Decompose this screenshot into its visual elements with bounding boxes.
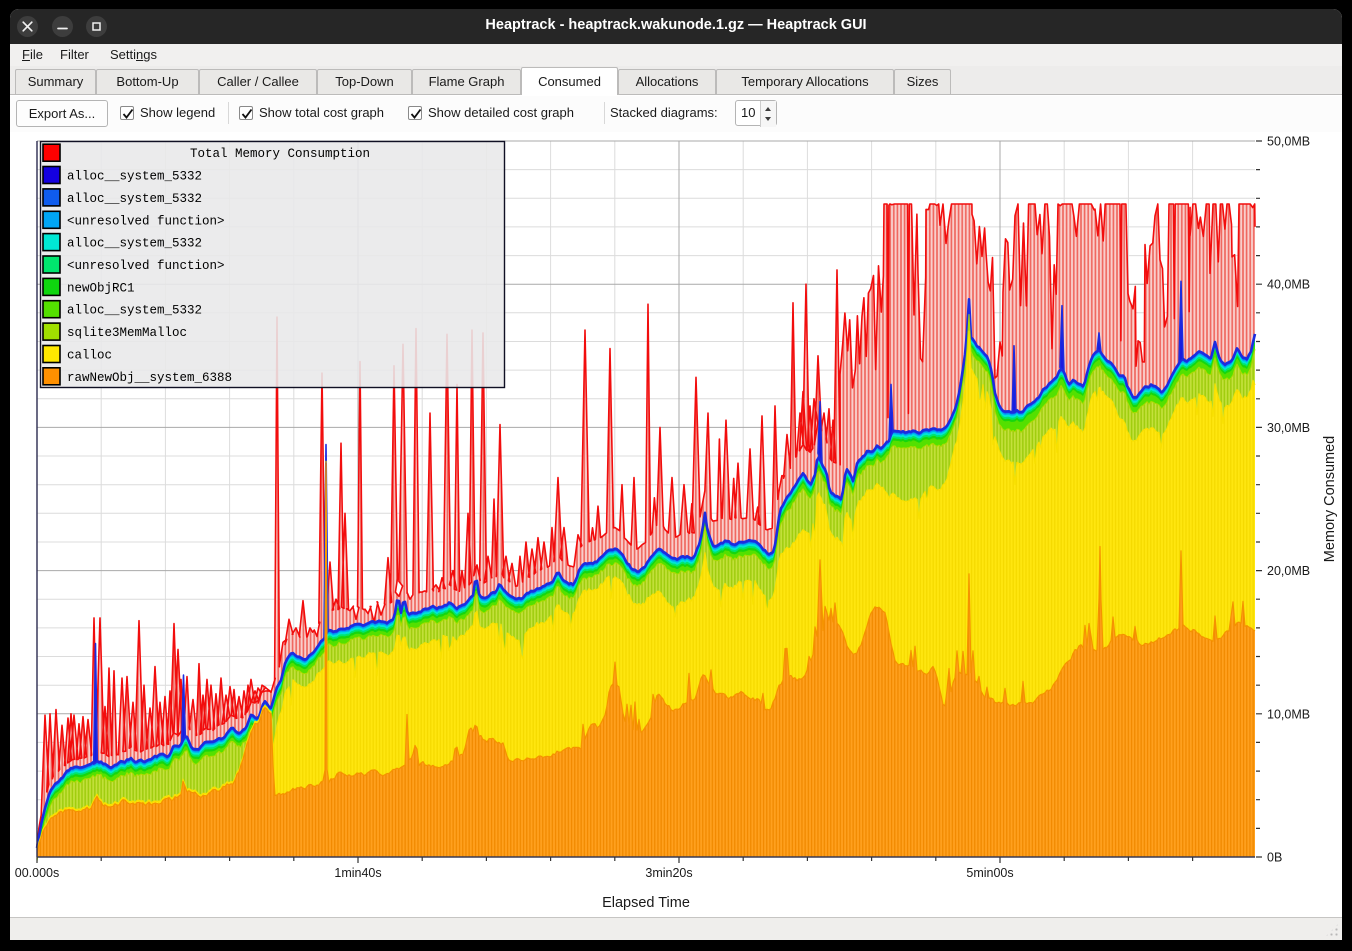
svg-text:Memory Consumed: Memory Consumed [1322,436,1338,563]
svg-text:0B: 0B [1267,851,1282,865]
svg-text:rawNewObj__system_6388: rawNewObj__system_6388 [67,371,232,385]
svg-text:1min40s: 1min40s [334,866,381,880]
svg-text:sqlite3MemMalloc: sqlite3MemMalloc [67,326,187,340]
svg-text:<unresolved function>: <unresolved function> [67,214,225,228]
svg-text:<unresolved function>: <unresolved function> [67,259,225,273]
svg-text:alloc__system_5332: alloc__system_5332 [67,237,202,251]
svg-text:alloc__system_5332: alloc__system_5332 [67,170,202,184]
svg-text:40,0MB: 40,0MB [1267,278,1310,292]
svg-text:calloc: calloc [67,349,112,363]
svg-text:alloc__system_5332: alloc__system_5332 [67,192,202,206]
svg-text:alloc__system_5332: alloc__system_5332 [67,304,202,318]
svg-text:3min20s: 3min20s [645,866,692,880]
svg-text:newObjRC1: newObjRC1 [67,281,135,295]
svg-text:5min00s: 5min00s [966,866,1013,880]
svg-text:50,0MB: 50,0MB [1267,135,1310,149]
svg-text:10,0MB: 10,0MB [1267,707,1310,721]
svg-text:20,0MB: 20,0MB [1267,564,1310,578]
svg-text:Elapsed Time: Elapsed Time [602,895,690,911]
svg-text:30,0MB: 30,0MB [1267,421,1310,435]
svg-text:00.000s: 00.000s [15,866,59,880]
svg-text:Total Memory Consumption: Total Memory Consumption [190,147,370,161]
